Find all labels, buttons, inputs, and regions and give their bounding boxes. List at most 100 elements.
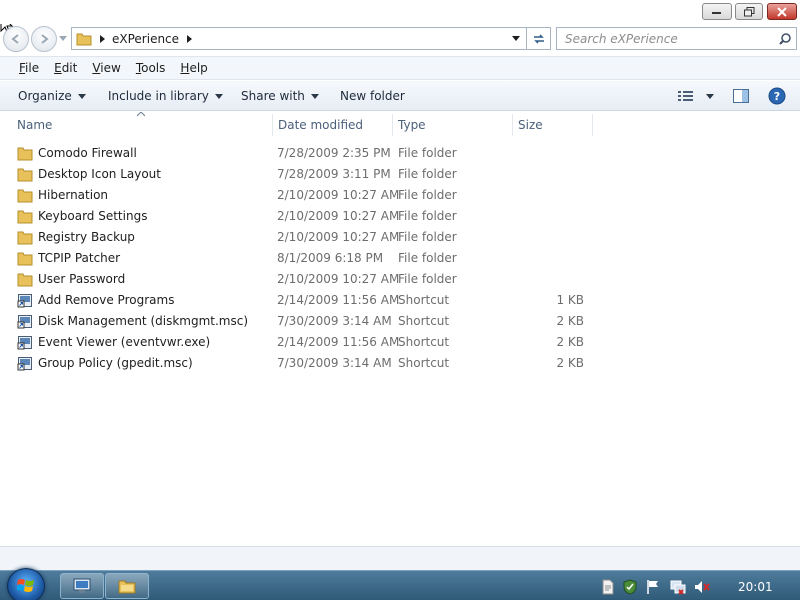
file-date-modified: 2/14/2009 11:56 AM <box>277 335 400 349</box>
taskbar-remote-desktop-button[interactable] <box>60 573 104 599</box>
menu-file[interactable]: File <box>19 61 39 75</box>
organize-button[interactable]: Organize <box>18 89 86 103</box>
column-headers: Name Date modified Type Size <box>0 112 800 136</box>
file-row[interactable]: Hibernation 2/10/2009 10:27 AM File fold… <box>0 185 800 206</box>
file-type: File folder <box>398 188 457 202</box>
file-name: Keyboard Settings <box>38 209 148 223</box>
column-divider[interactable] <box>592 114 593 136</box>
menu-tools[interactable]: Tools <box>136 61 166 75</box>
column-header-size[interactable]: Size <box>518 118 543 132</box>
file-row[interactable]: Keyboard Settings 2/10/2009 10:27 AM Fil… <box>0 206 800 227</box>
column-header-type[interactable]: Type <box>398 118 426 132</box>
back-button[interactable] <box>3 26 29 52</box>
file-row[interactable]: Add Remove Programs 2/14/2009 11:56 AM S… <box>0 290 800 311</box>
network-icon[interactable] <box>670 579 686 595</box>
folder-icon <box>17 252 33 266</box>
file-date-modified: 7/28/2009 3:11 PM <box>277 167 391 181</box>
details-pane <box>0 546 800 570</box>
document-icon[interactable] <box>600 579 616 595</box>
close-icon <box>777 6 787 17</box>
breadcrumb-arrow-icon[interactable] <box>187 34 193 43</box>
file-date-modified: 8/1/2009 6:18 PM <box>277 251 384 265</box>
new-folder-label: New folder <box>340 89 405 103</box>
file-type: File folder <box>398 146 457 160</box>
menu-help[interactable]: Help <box>180 61 207 75</box>
file-date-modified: 7/30/2009 3:14 AM <box>277 314 392 328</box>
breadcrumb-arrow-icon[interactable] <box>100 34 106 43</box>
folder-icon <box>17 147 33 161</box>
file-name: Add Remove Programs <box>38 293 175 307</box>
breadcrumb-current-folder[interactable]: eXPerience <box>112 32 179 46</box>
search-input[interactable] <box>565 31 765 46</box>
address-history-dropdown-icon[interactable] <box>512 36 520 42</box>
file-row[interactable]: TCPIP Patcher 8/1/2009 6:18 PM File fold… <box>0 248 800 269</box>
remote-desktop-icon <box>73 578 91 593</box>
file-type: File folder <box>398 167 457 181</box>
file-date-modified: 2/10/2009 10:27 AM <box>277 272 400 286</box>
refresh-button[interactable] <box>527 27 551 50</box>
file-date-modified: 7/30/2009 3:14 AM <box>277 356 392 370</box>
share-with-button[interactable]: Share with <box>241 89 319 103</box>
minimize-icon <box>712 11 721 14</box>
folder-icon <box>17 168 33 182</box>
file-size: 1 KB <box>556 293 584 307</box>
start-button[interactable] <box>7 568 45 600</box>
file-date-modified: 2/10/2009 10:27 AM <box>277 230 400 244</box>
file-date-modified: 2/10/2009 10:27 AM <box>277 188 400 202</box>
minimize-button[interactable] <box>702 3 732 20</box>
include-in-library-label: Include in library <box>108 89 209 103</box>
file-name: Event Viewer (eventvwr.exe) <box>38 335 211 349</box>
svg-text:?: ? <box>774 90 780 103</box>
menu-edit[interactable]: Edit <box>54 61 77 75</box>
share-with-label: Share with <box>241 89 305 103</box>
file-row[interactable]: User Password 2/10/2009 10:27 AM File fo… <box>0 269 800 290</box>
explorer-folder-icon <box>118 580 136 594</box>
forward-button[interactable] <box>31 26 57 52</box>
file-row[interactable]: Comodo Firewall 7/28/2009 2:35 PM File f… <box>0 143 800 164</box>
chevron-down-icon <box>310 93 319 99</box>
file-type: Shortcut <box>398 314 450 328</box>
file-row[interactable]: Desktop Icon Layout 7/28/2009 3:11 PM Fi… <box>0 164 800 185</box>
volume-muted-icon[interactable] <box>694 579 710 595</box>
window-title-bar <box>0 0 800 24</box>
file-name: Hibernation <box>38 188 109 202</box>
column-header-name[interactable]: Name <box>17 118 52 132</box>
address-bar[interactable]: eXPerience <box>71 27 527 50</box>
file-row[interactable]: Registry Backup 2/10/2009 10:27 AM File … <box>0 227 800 248</box>
forward-arrow-icon <box>41 34 49 44</box>
change-view-icon[interactable] <box>678 90 694 102</box>
column-divider[interactable] <box>392 114 393 136</box>
taskbar-clock[interactable]: 20:01 <box>738 580 773 594</box>
new-folder-button[interactable]: New folder <box>340 89 405 103</box>
column-divider[interactable] <box>272 114 273 136</box>
search-icon[interactable] <box>779 33 791 45</box>
menu-view[interactable]: View <box>92 61 120 75</box>
folder-icon <box>17 231 33 245</box>
back-arrow-icon <box>11 34 19 44</box>
file-name: User Password <box>38 272 126 286</box>
file-name: TCPIP Patcher <box>38 251 121 265</box>
close-button[interactable] <box>767 3 797 20</box>
recent-pages-dropdown-icon[interactable] <box>59 36 67 42</box>
view-options-dropdown-icon[interactable] <box>706 94 714 99</box>
help-icon[interactable]: ? <box>768 87 786 105</box>
file-row[interactable]: Disk Management (diskmgmt.msc) 7/30/2009… <box>0 311 800 332</box>
search-box[interactable] <box>556 27 797 50</box>
security-shield-icon[interactable] <box>622 579 638 595</box>
include-in-library-button[interactable]: Include in library <box>108 89 223 103</box>
file-size: 2 KB <box>556 335 584 349</box>
file-row[interactable]: Event Viewer (eventvwr.exe) 2/14/2009 11… <box>0 332 800 353</box>
column-header-date-modified[interactable]: Date modified <box>278 118 363 132</box>
file-row[interactable]: Group Policy (gpedit.msc) 7/30/2009 3:14… <box>0 353 800 374</box>
taskbar-explorer-button[interactable] <box>105 573 149 599</box>
folder-icon <box>17 273 33 287</box>
file-date-modified: 7/28/2009 2:35 PM <box>277 146 391 160</box>
shortcut-icon <box>17 294 32 308</box>
file-type: File folder <box>398 230 457 244</box>
column-divider[interactable] <box>512 114 513 136</box>
file-type: File folder <box>398 209 457 223</box>
maximize-button[interactable] <box>735 3 763 20</box>
action-center-flag-icon[interactable] <box>645 579 661 595</box>
file-name: Desktop Icon Layout <box>38 167 161 181</box>
preview-pane-icon[interactable] <box>733 89 749 103</box>
